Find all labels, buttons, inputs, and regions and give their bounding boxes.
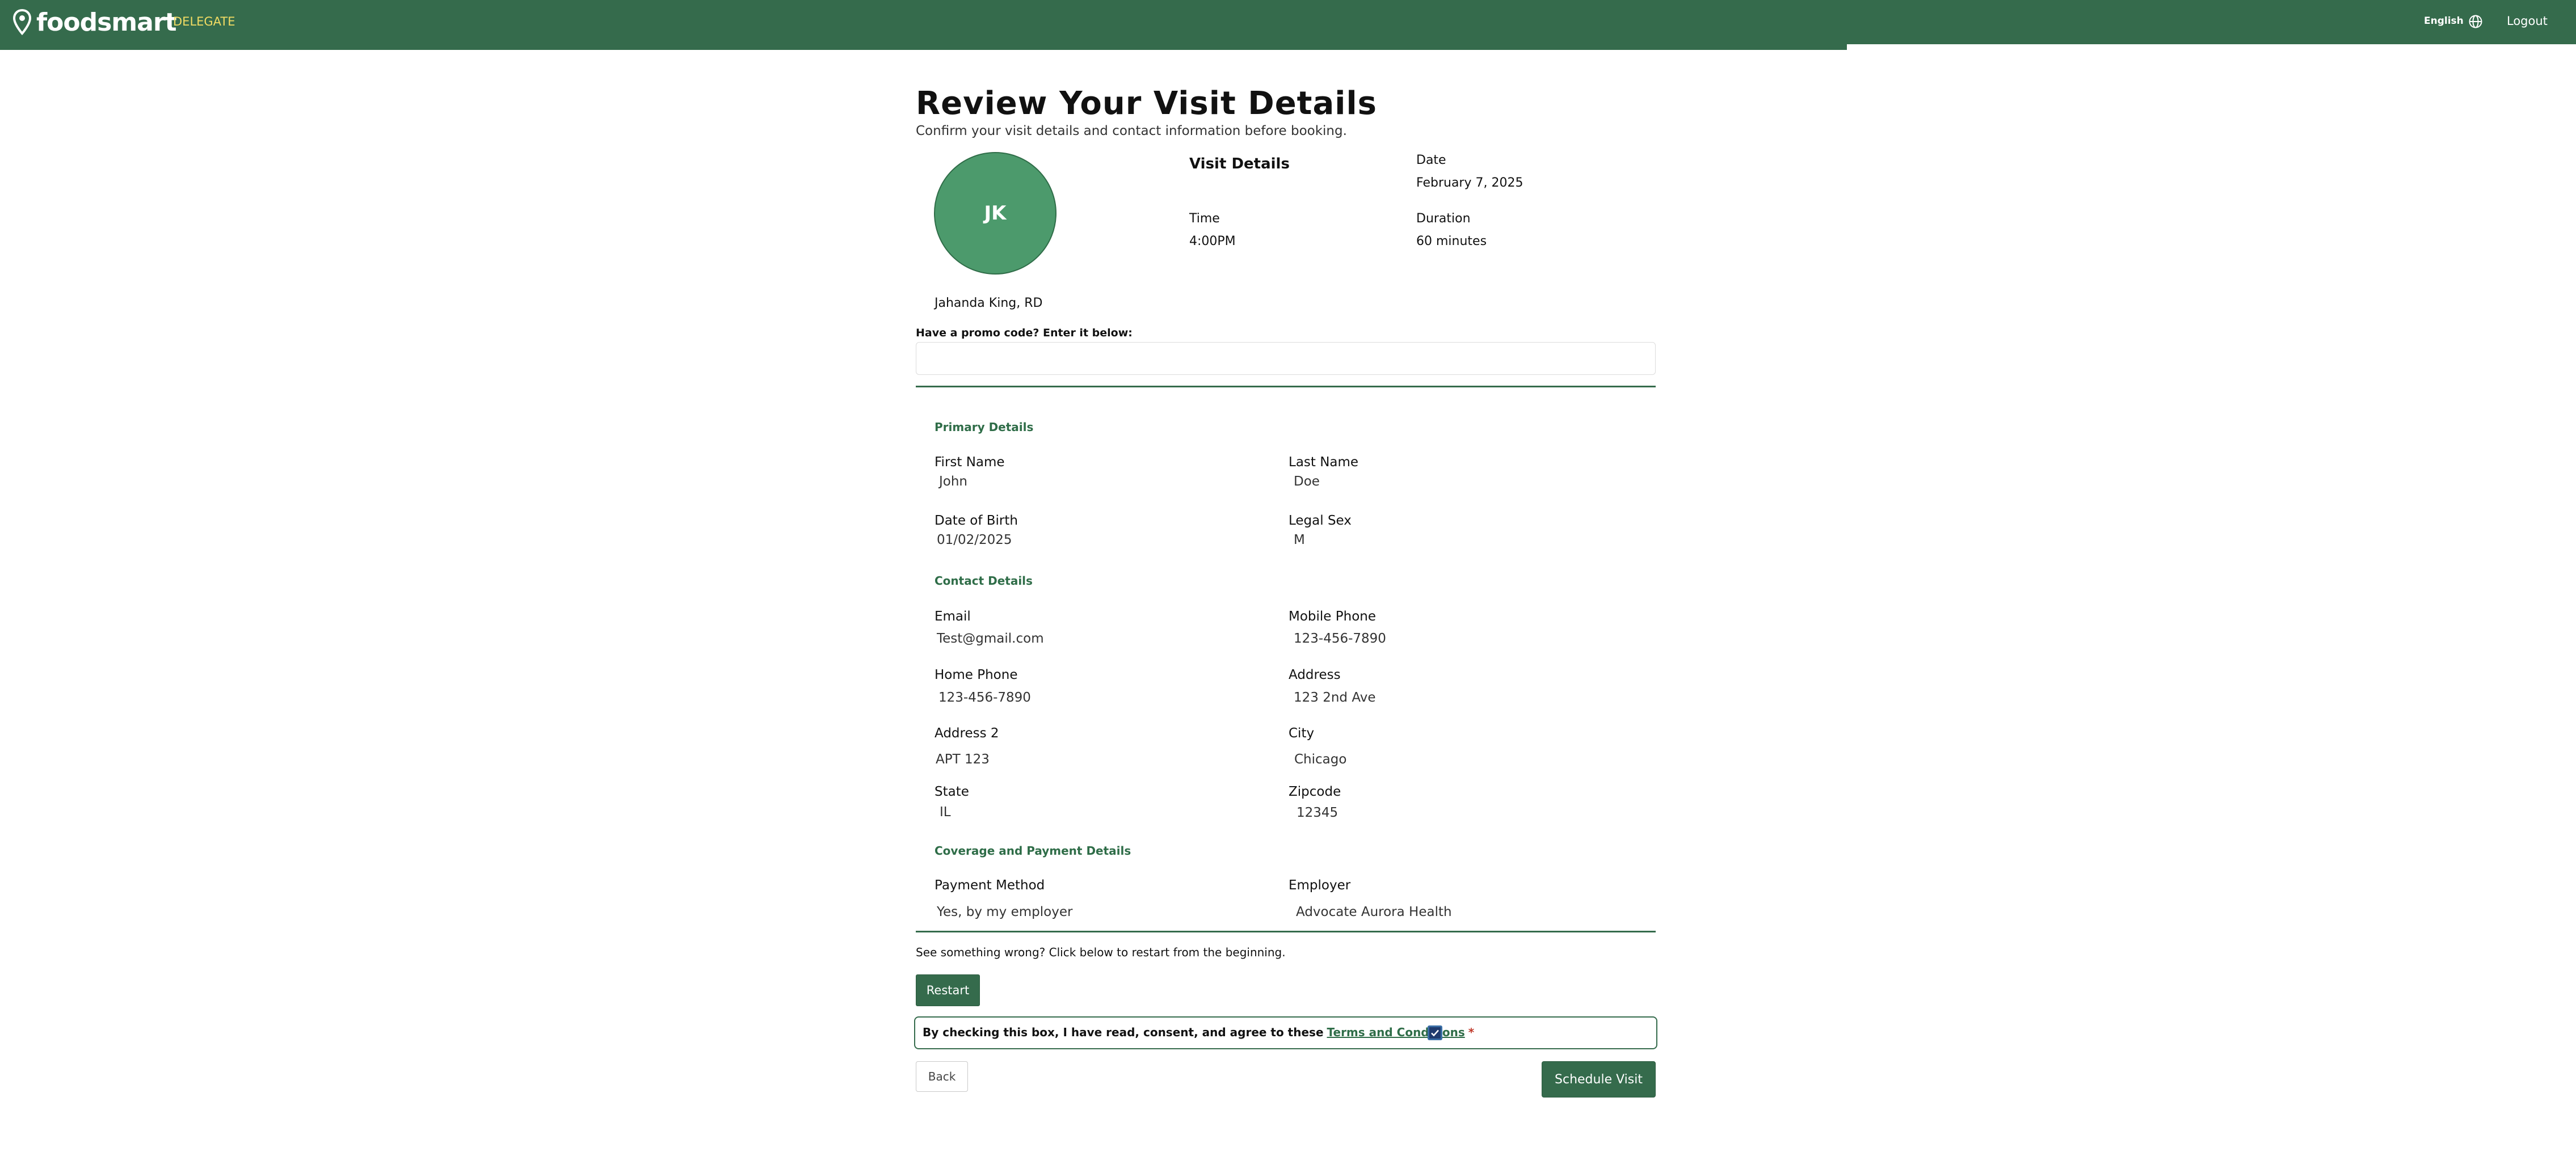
section-divider-bottom [916, 931, 1656, 932]
consent-checkbox[interactable] [1428, 1025, 1442, 1040]
dob-value: 01/02/2025 [937, 533, 1012, 547]
primary-details-title: Primary Details [935, 420, 1034, 434]
address2-label: Address 2 [935, 726, 999, 741]
contact-details-title: Contact Details [935, 574, 1033, 588]
last-name-label: Last Name [1289, 455, 1359, 470]
address-label: Address [1289, 668, 1341, 682]
mobile-phone-label: Mobile Phone [1289, 609, 1377, 624]
back-button[interactable]: Back [916, 1061, 968, 1092]
home-phone-label: Home Phone [935, 668, 1018, 682]
provider-name: Jahanda King, RD [935, 296, 1043, 310]
consent-text: By checking this box, I have read, conse… [923, 1025, 1324, 1039]
date-label: Date [1416, 153, 1446, 167]
section-divider [916, 386, 1656, 387]
restart-button[interactable]: Restart [916, 974, 980, 1006]
foodsmart-logo[interactable]: foodsmart [12, 7, 177, 37]
last-name-value: Doe [1294, 474, 1320, 489]
duration-label: Duration [1416, 212, 1471, 226]
progress-bar-fill [0, 44, 1847, 50]
zipcode-value: 12345 [1297, 805, 1338, 820]
avatar-initials: JK [984, 202, 1007, 225]
duration-value: 60 minutes [1416, 234, 1487, 248]
terms-and-conditions-link[interactable]: Terms and Conditions [1327, 1025, 1465, 1039]
brand-name: foodsmart [36, 7, 177, 37]
location-pin-icon [12, 9, 32, 36]
promo-code-label: Have a promo code? Enter it below: [916, 327, 1133, 339]
email-label: Email [935, 609, 971, 624]
progress-bar [0, 44, 2576, 50]
delegate-link[interactable]: DELEGATE [173, 15, 235, 28]
mobile-phone-value: 123-456-7890 [1294, 631, 1386, 646]
visit-details-heading: Visit Details [1189, 155, 1290, 172]
zipcode-label: Zipcode [1289, 784, 1341, 799]
globe-icon[interactable] [2468, 14, 2483, 29]
consent-statement: By checking this box, I have read, conse… [923, 1025, 1474, 1039]
provider-avatar: JK [934, 152, 1057, 275]
logout-link[interactable]: Logout [2507, 14, 2548, 28]
state-label: State [935, 784, 969, 799]
schedule-visit-button[interactable]: Schedule Visit [1542, 1061, 1656, 1098]
home-phone-value: 123-456-7890 [938, 690, 1031, 705]
language-selector[interactable]: English [2424, 15, 2464, 27]
address-value: 123 2nd Ave [1294, 690, 1376, 705]
page-subtitle: Confirm your visit details and contact i… [916, 124, 1347, 138]
time-label: Time [1189, 212, 1220, 226]
page-title: Review Your Visit Details [916, 85, 1377, 122]
promo-code-input[interactable] [916, 342, 1656, 375]
time-value: 4:00PM [1189, 234, 1236, 248]
date-value: February 7, 2025 [1416, 176, 1523, 190]
top-nav-bar: foodsmart DELEGATE English Logout [0, 0, 2576, 44]
state-value: IL [940, 805, 951, 820]
payment-method-value: Yes, by my employer [937, 905, 1073, 919]
address2-value: APT 123 [936, 752, 990, 767]
employer-label: Employer [1289, 878, 1351, 893]
first-name-label: First Name [935, 455, 1005, 470]
checkmark-icon [1431, 1029, 1439, 1037]
city-label: City [1289, 726, 1315, 741]
employer-value: Advocate Aurora Health [1296, 905, 1452, 919]
coverage-details-title: Coverage and Payment Details [935, 844, 1131, 858]
legal-sex-value: M [1294, 533, 1305, 547]
legal-sex-label: Legal Sex [1289, 513, 1352, 528]
required-indicator: * [1468, 1025, 1475, 1039]
payment-method-label: Payment Method [935, 878, 1045, 893]
dob-label: Date of Birth [935, 513, 1018, 528]
restart-hint: See something wrong? Click below to rest… [916, 945, 1286, 959]
email-value: Test@gmail.com [937, 631, 1044, 646]
city-value: Chicago [1294, 752, 1347, 767]
first-name-value: John [939, 474, 968, 489]
